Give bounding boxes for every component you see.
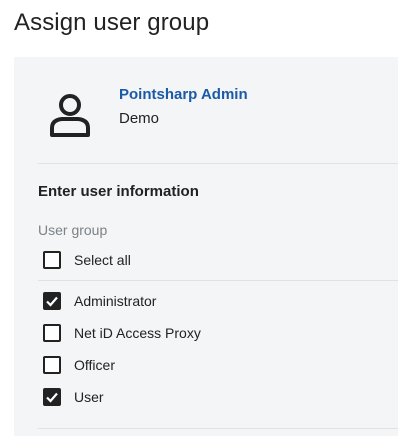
group-checkbox-user[interactable] bbox=[43, 388, 61, 406]
user-avatar-icon bbox=[50, 94, 90, 137]
group-checkbox-row[interactable]: User bbox=[43, 386, 104, 408]
group-checkbox-row[interactable]: Officer bbox=[43, 354, 115, 376]
group-checkbox-row[interactable]: Administrator bbox=[43, 290, 156, 312]
divider bbox=[38, 163, 398, 164]
group-checkbox-row[interactable]: Net iD Access Proxy bbox=[43, 322, 201, 344]
section-title: Enter user information bbox=[38, 183, 199, 200]
assign-group-panel: Pointsharp Admin Demo Enter user informa… bbox=[14, 57, 398, 436]
group-checkbox-net-id-access-proxy[interactable] bbox=[43, 324, 61, 342]
user-name-link[interactable]: Pointsharp Admin bbox=[119, 86, 248, 103]
group-checkbox-administrator[interactable] bbox=[43, 292, 61, 310]
group-label: Net iD Access Proxy bbox=[74, 325, 201, 341]
group-label: User bbox=[74, 389, 104, 405]
divider bbox=[38, 428, 398, 429]
page-title: Assign user group bbox=[14, 9, 210, 36]
checkmark-icon bbox=[46, 392, 58, 403]
user-organization: Demo bbox=[119, 110, 160, 127]
group-label: Officer bbox=[74, 357, 115, 373]
divider bbox=[38, 280, 398, 281]
group-checkbox-officer[interactable] bbox=[43, 356, 61, 374]
group-label: Administrator bbox=[74, 293, 157, 309]
select-all-checkbox-row[interactable]: Select all bbox=[43, 249, 131, 271]
user-group-label: User group bbox=[38, 222, 108, 238]
select-all-checkbox[interactable] bbox=[43, 251, 61, 269]
checkmark-icon bbox=[46, 296, 58, 307]
user-card: Pointsharp Admin Demo bbox=[14, 57, 398, 163]
select-all-label: Select all bbox=[74, 252, 131, 268]
